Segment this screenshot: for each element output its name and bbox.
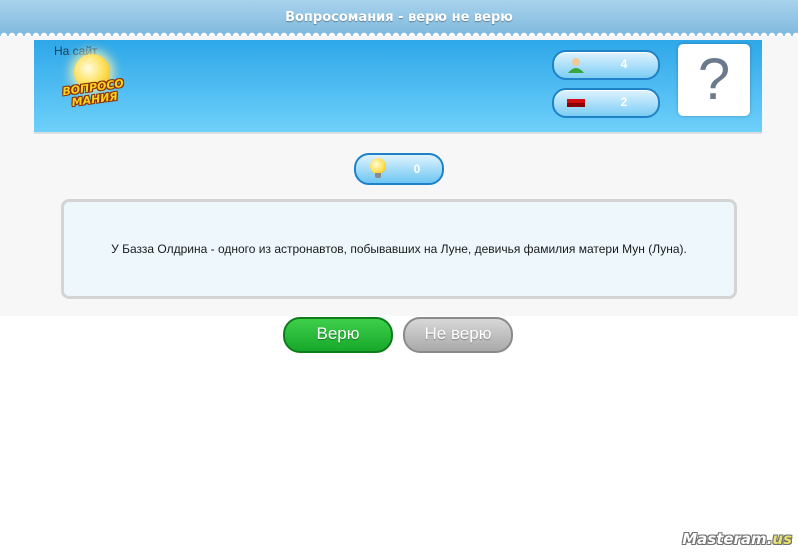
app-title: Вопросомания - верю не верю bbox=[285, 10, 513, 25]
hints-badge[interactable]: 0 bbox=[354, 153, 444, 185]
errors-count-badge: 2 bbox=[552, 88, 660, 118]
player-icon bbox=[568, 58, 584, 73]
error-flag-icon bbox=[567, 99, 585, 107]
lightbulb-icon bbox=[370, 158, 386, 178]
disbelieve-button[interactable]: Не верю bbox=[403, 317, 513, 353]
believe-button[interactable]: Верю bbox=[283, 317, 393, 353]
watermark: Masteram.us bbox=[682, 530, 792, 548]
game-area: На сайт ВОПРОСО МАНИЯ 4 2 ? 0 У Базза Ол… bbox=[0, 36, 798, 316]
app-logo: ВОПРОСО МАНИЯ bbox=[58, 50, 134, 128]
watermark-accent: us bbox=[772, 530, 792, 548]
players-count: 4 bbox=[620, 57, 628, 71]
errors-count: 2 bbox=[620, 95, 628, 109]
question-text: У Базза Олдрина - одного из астронавтов,… bbox=[111, 242, 687, 256]
header-panel: На сайт ВОПРОСО МАНИЯ 4 2 ? bbox=[34, 40, 762, 134]
players-count-badge: 4 bbox=[552, 50, 660, 80]
logo-text: ВОПРОСО МАНИЯ bbox=[61, 76, 125, 110]
hints-count: 0 bbox=[413, 162, 421, 176]
help-icon: ? bbox=[697, 47, 731, 112]
help-button[interactable]: ? bbox=[678, 44, 750, 116]
watermark-main: Masteram. bbox=[682, 530, 773, 548]
question-card: У Базза Олдрина - одного из астронавтов,… bbox=[61, 199, 737, 299]
title-bar: Вопросомания - верю не верю bbox=[0, 0, 798, 36]
